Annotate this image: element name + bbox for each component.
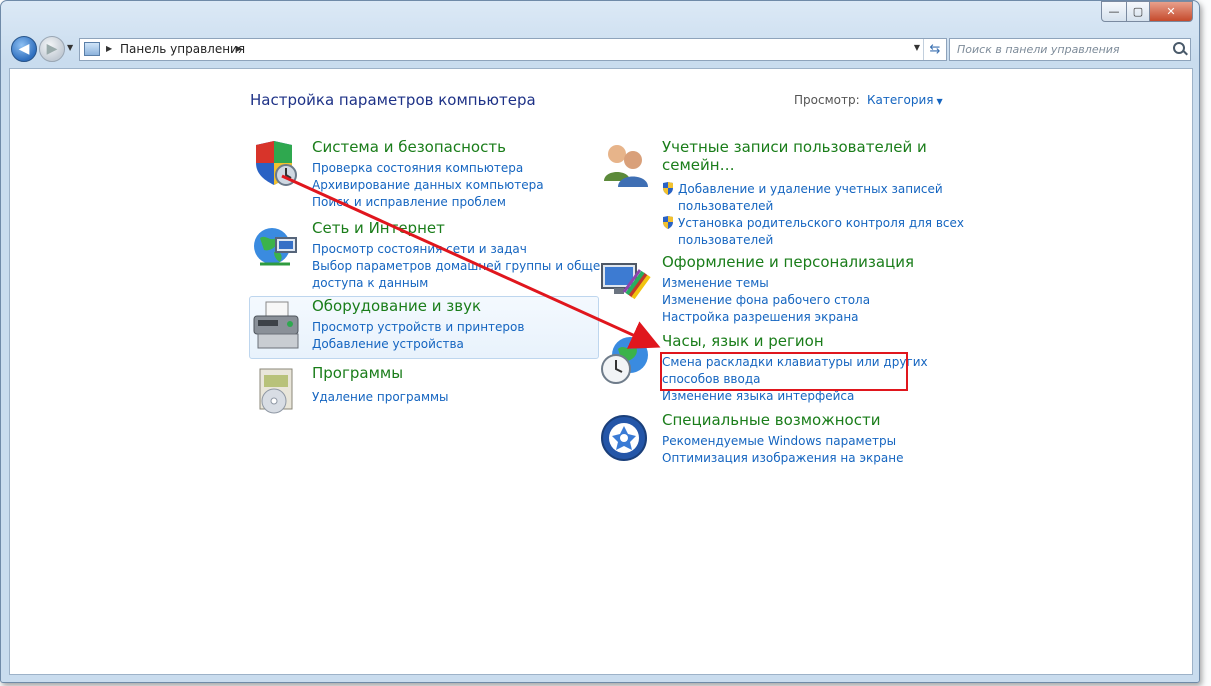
search-input[interactable]: Поиск в панели управления <box>949 38 1191 61</box>
address-dropdown-icon[interactable]: ▼ <box>914 43 920 52</box>
navigation-bar: ◀ ▶ ▼ ▶ Панель управления ▶ ▼ ⇆ Поиск в … <box>9 35 1191 63</box>
close-icon[interactable]: ✕ <box>1150 1 1193 22</box>
chevron-right-icon[interactable]: ▶ <box>236 44 242 53</box>
search-icon[interactable] <box>1173 42 1185 54</box>
recent-pages-dropdown-icon[interactable]: ▼ <box>67 43 73 52</box>
chevron-right-icon[interactable]: ▶ <box>106 44 112 53</box>
window-controls: — ▢ ✕ <box>1101 1 1193 22</box>
search-placeholder: Поиск в панели управления <box>957 43 1120 56</box>
forward-arrow-icon[interactable]: ▶ <box>39 36 65 62</box>
back-arrow-icon[interactable]: ◀ <box>11 36 37 62</box>
control-panel-content: Настройка параметров компьютера Просмотр… <box>9 68 1193 675</box>
refresh-icon[interactable]: ⇆ <box>923 39 946 60</box>
explorer-window: — ▢ ✕ ◀ ▶ ▼ ▶ Панель управления ▶ ▼ ⇆ По… <box>0 0 1200 683</box>
control-panel-icon <box>84 42 100 56</box>
breadcrumb-control-panel[interactable]: Панель управления <box>120 42 245 56</box>
address-bar[interactable]: ▶ Панель управления ▶ ▼ ⇆ <box>79 38 947 61</box>
minimize-icon[interactable]: — <box>1101 1 1127 22</box>
annotation-arrow <box>281 174 661 349</box>
maximize-icon[interactable]: ▢ <box>1127 1 1150 22</box>
